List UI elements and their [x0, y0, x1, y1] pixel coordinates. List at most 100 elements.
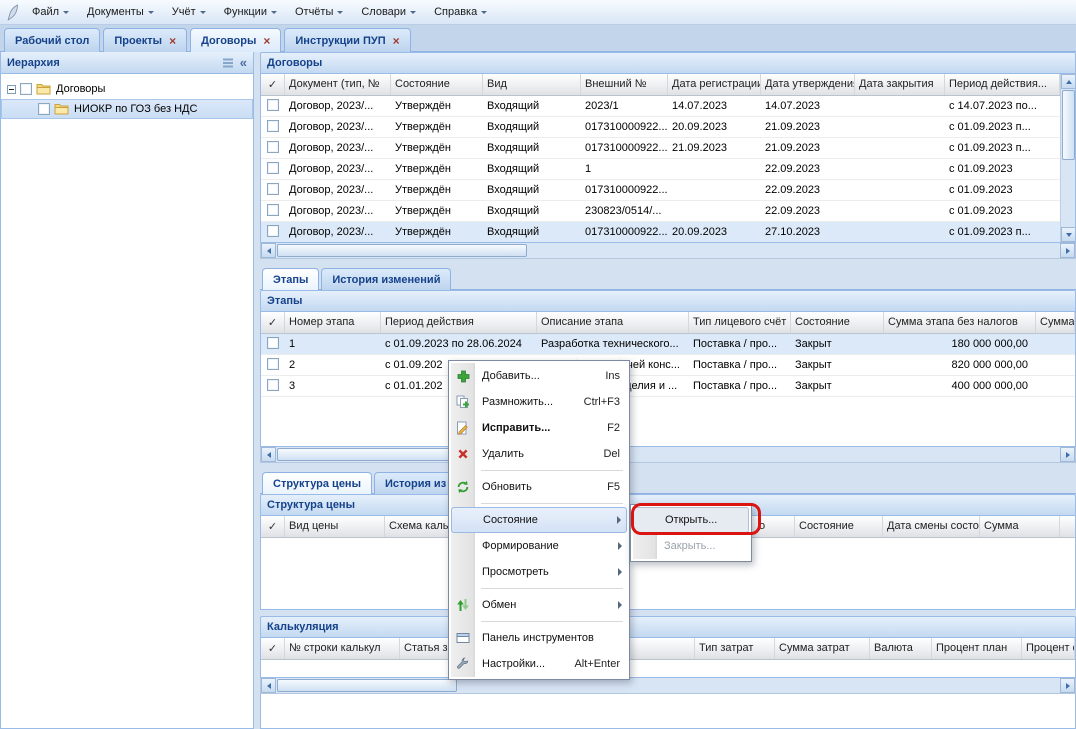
menu-item[interactable]: Просмотреть — [451, 559, 627, 585]
menubar-item[interactable]: Файл — [23, 2, 78, 22]
tree-node[interactable]: Договоры — [1, 79, 253, 99]
scrollbar-track[interactable] — [1061, 161, 1075, 227]
scroll-left-button[interactable] — [261, 678, 276, 693]
scroll-up-button[interactable] — [1061, 74, 1076, 89]
scroll-right-button[interactable] — [1060, 678, 1075, 693]
column-header[interactable]: Сумма — [1036, 312, 1075, 333]
collapse-panel-icon[interactable]: « — [240, 57, 247, 68]
tab-close-icon[interactable]: × — [393, 36, 400, 46]
column-header[interactable]: № строки калькул — [285, 638, 400, 659]
scroll-left-button[interactable] — [261, 447, 276, 462]
column-header[interactable]: Описание этапа — [537, 312, 689, 333]
subtab[interactable]: Этапы — [262, 268, 319, 290]
column-header[interactable]: Состояние — [391, 74, 483, 95]
column-header[interactable]: Дата смены состо — [883, 516, 980, 537]
table-row[interactable]: Договор, 2023/...УтверждёнВходящий017310… — [261, 180, 1060, 201]
column-header[interactable]: Процент ф — [1022, 638, 1075, 659]
menubar-item[interactable]: Отчёты — [286, 2, 352, 22]
row-checkbox[interactable] — [267, 225, 279, 237]
menu-item[interactable]: УдалитьDel — [451, 441, 627, 467]
window-tab[interactable]: Проекты× — [103, 28, 187, 52]
table-row[interactable]: Договор, 2023/...УтверждёнВходящий2023/1… — [261, 96, 1060, 117]
tab-close-icon[interactable]: × — [169, 36, 176, 46]
table-row[interactable]: 3с 01.01.202Изготовление изделия и ...По… — [261, 376, 1075, 397]
scroll-down-button[interactable] — [1061, 227, 1076, 242]
row-checkbox[interactable] — [267, 99, 279, 111]
contracts-vertical-scrollbar[interactable] — [1060, 74, 1075, 242]
scroll-right-button[interactable] — [1060, 243, 1075, 258]
table-row[interactable]: Договор, 2023/...УтверждёнВходящий017310… — [261, 117, 1060, 138]
submenu-item[interactable]: Закрыть... — [633, 533, 749, 559]
column-header[interactable]: Сумма — [980, 516, 1060, 537]
tab-close-icon[interactable]: × — [263, 36, 270, 46]
table-row[interactable]: Договор, 2023/...УтверждёнВходящий122.09… — [261, 159, 1060, 180]
column-header[interactable]: Состояние — [791, 312, 884, 333]
row-checkbox[interactable] — [267, 162, 279, 174]
menubar-item[interactable]: Справка — [425, 2, 496, 22]
menu-item[interactable]: ОбновитьF5 — [451, 474, 627, 500]
table-row[interactable]: Договор, 2023/...УтверждёнВходящий017310… — [261, 222, 1060, 242]
row-checkbox[interactable] — [267, 204, 279, 216]
tree-checkbox[interactable] — [20, 83, 32, 95]
window-tab[interactable]: Договоры× — [190, 28, 281, 52]
column-header[interactable]: Номер этапа — [285, 312, 381, 333]
scroll-right-button[interactable] — [1060, 447, 1075, 462]
menu-item[interactable]: Настройки...Alt+Enter — [451, 651, 627, 677]
column-header[interactable]: Внешний № — [581, 74, 668, 95]
column-header[interactable]: Сумма этапа без налогов — [884, 312, 1036, 333]
stages-horizontal-scrollbar[interactable] — [260, 447, 1076, 463]
tree-expander-icon[interactable] — [7, 85, 16, 94]
column-header[interactable]: Период действия... — [945, 74, 1060, 95]
column-header[interactable]: Процент план — [932, 638, 1022, 659]
row-checkbox[interactable] — [267, 379, 279, 391]
column-header[interactable]: Сумма затрат — [775, 638, 870, 659]
window-tab[interactable]: Инструкции ПУП× — [284, 28, 410, 52]
column-header[interactable]: Состояние — [795, 516, 883, 537]
menu-item[interactable]: Формирование — [451, 533, 627, 559]
menu-item[interactable]: Добавить...Ins — [451, 363, 627, 389]
menubar-item[interactable]: Документы — [78, 2, 163, 22]
window-tab[interactable]: Рабочий стол — [4, 28, 100, 52]
subtab[interactable]: История из — [374, 472, 457, 494]
column-header[interactable]: Документ (тип, № — [285, 74, 391, 95]
column-header[interactable]: Валюта — [870, 638, 932, 659]
column-header-check[interactable]: ✓ — [261, 638, 285, 659]
menubar-item[interactable]: Словари — [352, 2, 425, 22]
column-header-check[interactable]: ✓ — [261, 312, 285, 333]
table-row[interactable]: Договор, 2023/...УтверждёнВходящий017310… — [261, 138, 1060, 159]
submenu-item[interactable]: Открыть... — [633, 507, 749, 533]
menu-item[interactable]: Обмен — [451, 592, 627, 618]
horizontal-scrollbar-thumb[interactable] — [277, 244, 527, 257]
column-header[interactable]: Период действия — [381, 312, 537, 333]
horizontal-scrollbar-thumb[interactable] — [277, 679, 457, 692]
subtab[interactable]: Структура цены — [262, 472, 372, 494]
tree-checkbox[interactable] — [38, 103, 50, 115]
menu-item[interactable]: Исправить...F2 — [451, 415, 627, 441]
row-checkbox[interactable] — [267, 183, 279, 195]
vertical-scrollbar-thumb[interactable] — [1062, 90, 1075, 160]
column-header[interactable]: Тип лицевого счёт — [689, 312, 791, 333]
row-checkbox[interactable] — [267, 141, 279, 153]
column-header-check[interactable]: ✓ — [261, 74, 285, 95]
column-header[interactable]: Тип затрат — [695, 638, 775, 659]
calc-horizontal-scrollbar[interactable] — [260, 678, 1076, 694]
column-header[interactable]: Дата регистрации — [668, 74, 761, 95]
tree-node[interactable]: НИОКР по ГОЗ без НДС — [1, 99, 253, 119]
scroll-left-button[interactable] — [261, 243, 276, 258]
column-header-check[interactable]: ✓ — [261, 516, 285, 537]
menu-item[interactable]: Размножить...Ctrl+F3 — [451, 389, 627, 415]
row-checkbox[interactable] — [267, 120, 279, 132]
table-row[interactable]: 2с 01.09.202Разработка рабочей конс...По… — [261, 355, 1075, 376]
menu-item[interactable]: Панель инструментов — [451, 625, 627, 651]
column-header[interactable]: Вид — [483, 74, 581, 95]
row-checkbox[interactable] — [267, 358, 279, 370]
column-header[interactable]: Дата утверждения — [761, 74, 855, 95]
menubar-item[interactable]: Функции — [215, 2, 286, 22]
contracts-horizontal-scrollbar[interactable] — [260, 243, 1076, 259]
column-header[interactable]: Дата закрытия — [855, 74, 945, 95]
subtab[interactable]: История изменений — [321, 268, 451, 290]
column-header[interactable]: Вид цены — [285, 516, 385, 537]
hierarchy-list-tool-icon[interactable] — [222, 57, 234, 69]
table-row[interactable]: 1с 01.09.2023 по 28.06.2024Разработка те… — [261, 334, 1075, 355]
menu-item[interactable]: Состояние — [451, 507, 627, 533]
